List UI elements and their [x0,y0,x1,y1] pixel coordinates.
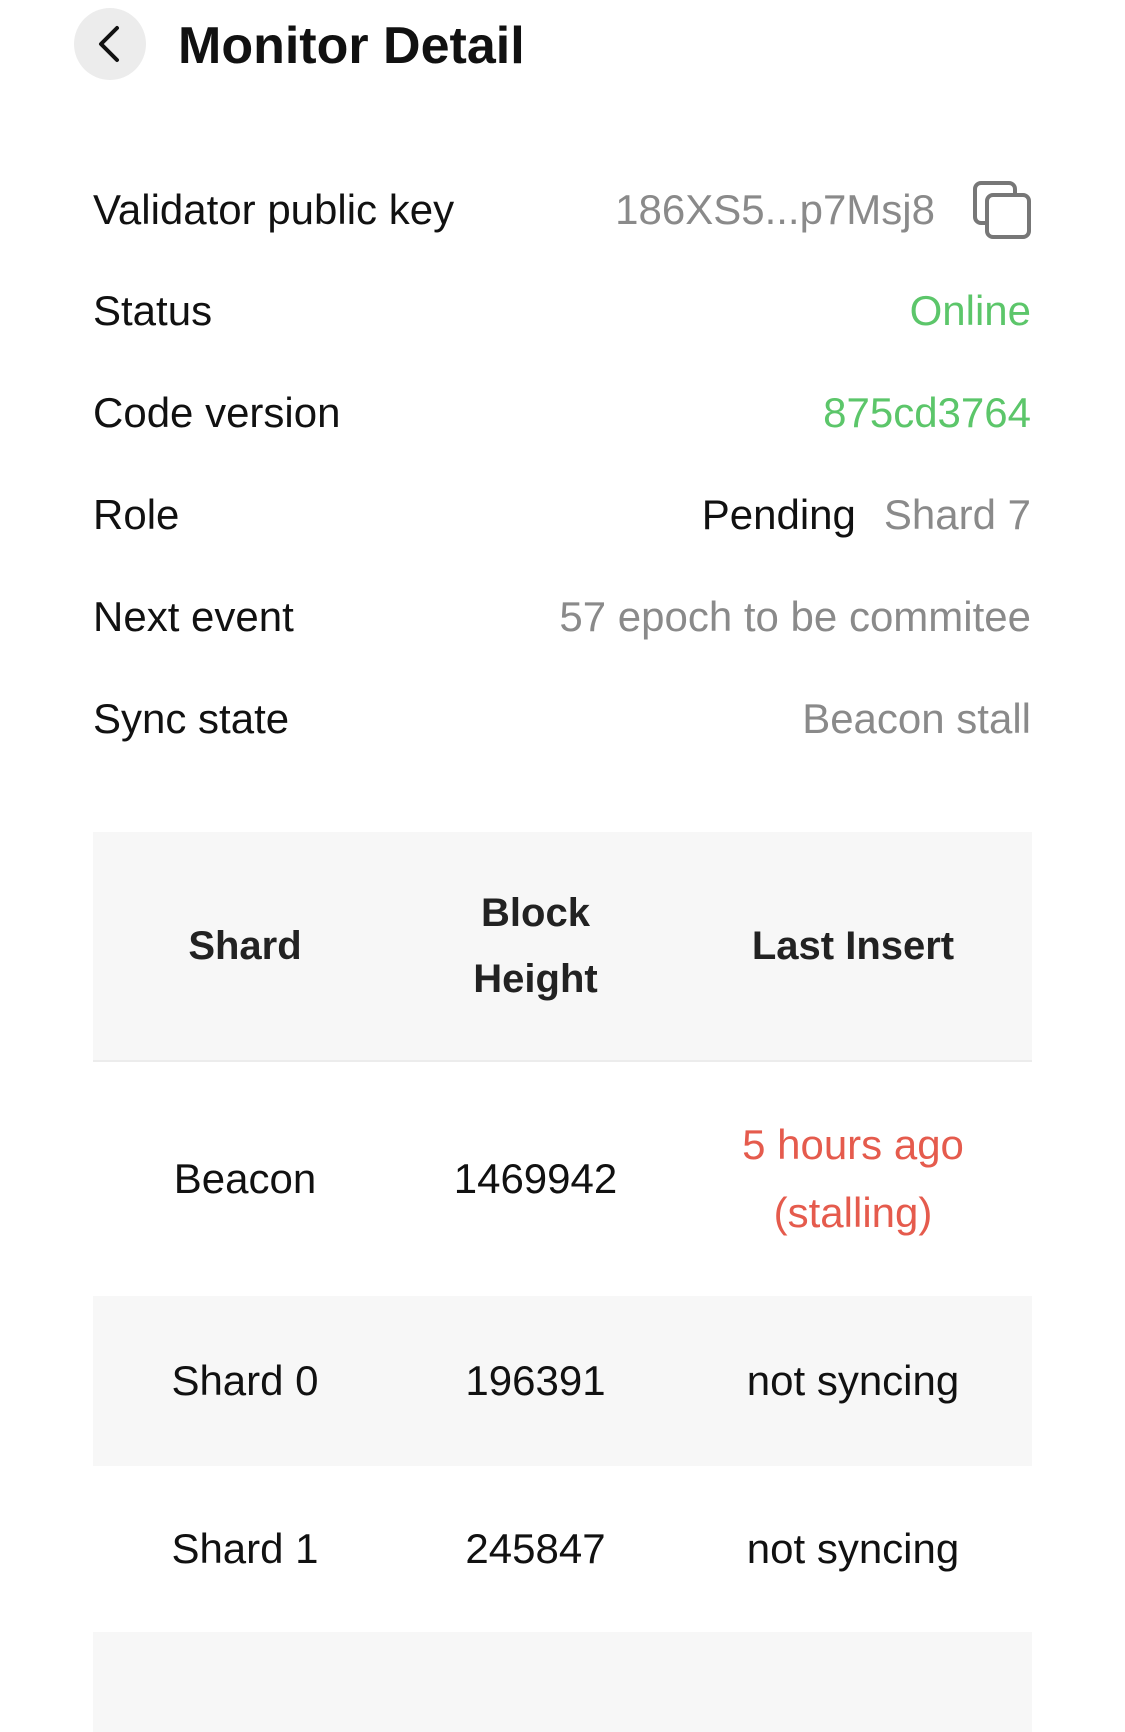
public-key-value: 186XS5...p7Msj8 [615,186,935,233]
chevron-left-icon [99,26,119,62]
cell-last-insert-text: 5 hours ago (stalling) [742,1121,964,1236]
table-row: Shard 0 196391 not syncing [93,1296,1032,1466]
table-header: Shard Block Height Last Insert [93,832,1032,1062]
copy-icon[interactable] [973,181,1031,239]
cell-last-insert: not syncing [746,1357,960,1404]
cell-block-height: 1469942 [453,1155,618,1202]
public-key-row: Validator public key 186XS5...p7Msj8 [93,160,1031,260]
role-shard: Shard 7 [883,491,1031,538]
cell-block-height: 196391 [465,1357,606,1404]
role-label: Role [93,491,180,538]
page-title: Monitor Detail [178,17,525,75]
sync-state-row: Sync state Beacon stall [93,668,1031,770]
header: Monitor Detail [0,0,1125,100]
code-version-row: Code version 875cd3764 [93,362,1031,464]
cell-shard: Beacon [173,1155,317,1202]
cell-last-insert: 5 hours ago (stalling) [674,1111,1032,1247]
column-header-shard: Shard [188,924,302,968]
cell-shard: Shard 1 [171,1525,319,1572]
code-version-label: Code version [93,389,341,436]
sync-state-label: Sync state [93,695,290,742]
public-key-value-group: 186XS5...p7Msj8 [615,181,1031,239]
role-value: Pending [701,491,856,538]
column-header-block-height: Block Height [397,880,674,1012]
cell-last-insert: not syncing [746,1525,960,1572]
public-key-label: Validator public key [93,186,455,233]
cell-block-height: 245847 [465,1525,606,1572]
next-event-label: Next event [93,593,294,640]
role-value-group: Pending Shard 7 [702,491,1031,539]
table-row-partial [93,1632,1032,1732]
info-list: Validator public key 186XS5...p7Msj8 Sta… [93,160,1031,770]
next-event-row: Next event 57 epoch to be commitee [93,566,1031,668]
shard-table: Shard Block Height Last Insert Beacon 14… [93,832,1032,1732]
table-row: Shard 1 245847 not syncing [93,1466,1032,1632]
status-label: Status [93,287,213,334]
back-button[interactable] [74,8,146,80]
column-header-last-insert: Last Insert [751,924,955,968]
status-row: Status Online [93,260,1031,362]
cell-shard: Shard 0 [171,1357,319,1404]
column-header-block-height-label: Block Height [473,891,598,1001]
table-row: Beacon 1469942 5 hours ago (stalling) [93,1062,1032,1296]
next-event-value: 57 epoch to be commitee [559,593,1031,640]
role-row: Role Pending Shard 7 [93,464,1031,566]
code-version-value: 875cd3764 [823,389,1031,436]
status-value: Online [909,287,1031,334]
sync-state-value: Beacon stall [802,695,1031,742]
